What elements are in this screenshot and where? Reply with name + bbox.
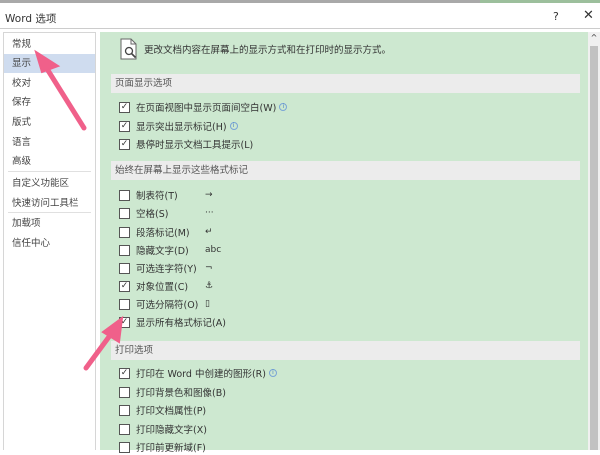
info-icon[interactable]: i [279,103,288,111]
option-label[interactable]: 对象位置(C) [136,279,188,293]
option-label[interactable]: 显示所有格式标记(A) [136,315,226,329]
document-magnifier-icon [120,38,137,60]
close-button[interactable]: ✕ [583,8,594,23]
option-label[interactable]: 空格(S) [136,206,168,220]
option-label[interactable]: 打印背景色和图像(B) [136,385,226,399]
option-row[interactable]: 在页面视图中显示页面间空白(W)i [119,99,288,115]
checkbox[interactable] [119,262,130,274]
checkbox[interactable] [119,280,130,292]
option-row[interactable]: 空格(S) ··· [119,205,214,221]
option-label[interactable]: 打印在 Word 中创建的图形(R) [136,366,266,380]
option-label[interactable]: 制表符(T) [136,188,178,202]
sidebar-item[interactable]: 加载项 [4,214,95,233]
checkbox[interactable] [119,226,130,238]
sidebar-item[interactable]: 常规 [4,35,95,54]
format-mark-symbol: ··· [205,208,214,218]
sidebar-item[interactable]: 快速访问工具栏 [4,194,95,213]
checkbox[interactable] [119,404,130,416]
scrollbar-thumb[interactable] [590,46,598,450]
option-label[interactable]: 显示突出显示标记(H) [136,119,227,133]
option-row[interactable]: 打印隐藏文字(X) [119,421,207,437]
option-label[interactable]: 可选分隔符(O) [136,297,198,311]
format-mark-symbol: → [205,190,213,200]
option-row[interactable]: 可选连字符(Y) ¬ [119,260,213,276]
options-panel: 更改文档内容在屏幕上的显示方式和在打印时的显示方式。 页面显示选项在页面视图中显… [100,32,588,454]
section-header: 打印选项 [111,341,580,360]
option-label[interactable]: 隐藏文字(D) [136,243,189,257]
scroll-up-icon[interactable]: ^ [588,32,600,44]
title-bar: Word 选项 ? ✕ [0,3,600,29]
option-row[interactable]: 显示所有格式标记(A) [119,314,226,330]
checkbox[interactable] [119,101,130,113]
checkbox[interactable] [119,386,130,398]
sidebar-item[interactable]: 版式 [4,113,95,132]
option-row[interactable]: 显示突出显示标记(H)i [119,118,238,134]
sidebar-item[interactable]: 校对 [4,74,95,93]
sidebar-item[interactable]: 高级 [4,152,95,171]
info-icon[interactable]: i [268,369,277,377]
option-row[interactable]: 悬停时显示文档工具提示(L) [119,136,253,152]
checkbox[interactable] [119,316,130,328]
option-row[interactable]: 对象位置(C) ⚓ [119,278,213,294]
option-row[interactable]: 打印前更新域(F) [119,439,206,455]
sidebar-item[interactable]: 显示 [4,54,95,73]
checkbox[interactable] [119,423,130,435]
option-label[interactable]: 打印隐藏文字(X) [136,422,207,436]
sidebar-item[interactable]: 信任中心 [4,234,95,253]
option-row[interactable]: 可选分隔符(O) ▯ [119,296,210,312]
section-header: 始终在屏幕上显示这些格式标记 [111,161,580,180]
sidebar-item[interactable]: 自定义功能区 [4,174,95,193]
checkbox[interactable] [119,120,130,132]
format-mark-symbol: ↵ [205,227,213,237]
option-label[interactable]: 段落标记(M) [136,225,190,239]
format-mark-symbol: ⚓ [205,281,214,291]
checkbox[interactable] [119,367,130,379]
info-icon[interactable]: i [229,122,238,130]
option-label[interactable]: 打印前更新域(F) [136,440,206,454]
sidebar-divider [8,171,91,172]
sidebar-item[interactable]: 语言 [4,133,95,152]
sidebar: 常规 显示 校对 保存 版式 语言 高级自定义功能区 快速访问工具栏 加载项 信任中心 [3,32,96,450]
checkbox[interactable] [119,441,130,453]
format-mark-symbol: abc [205,245,222,255]
option-label[interactable]: 悬停时显示文档工具提示(L) [136,137,253,151]
vertical-scrollbar[interactable]: ^ [588,32,600,450]
sidebar-divider [8,212,91,213]
option-label[interactable]: 可选连字符(Y) [136,261,197,275]
checkbox[interactable] [119,244,130,256]
checkbox[interactable] [119,298,130,310]
window-title: Word 选项 [5,13,57,25]
sidebar-item[interactable]: 保存 [4,93,95,112]
checkbox[interactable] [119,189,130,201]
option-row[interactable]: 打印背景色和图像(B) [119,384,226,400]
help-button[interactable]: ? [553,10,559,23]
format-mark-symbol: ▯ [205,299,210,309]
section-header: 页面显示选项 [111,74,580,93]
option-row[interactable]: 打印在 Word 中创建的图形(R)i [119,365,277,381]
intro-text: 更改文档内容在屏幕上的显示方式和在打印时的显示方式。 [144,45,392,56]
checkbox[interactable] [119,207,130,219]
option-row[interactable]: 隐藏文字(D) abc [119,242,221,258]
option-label[interactable]: 打印文档属性(P) [136,403,206,417]
option-label[interactable]: 在页面视图中显示页面间空白(W) [136,100,276,114]
option-row[interactable]: 制表符(T) → [119,187,213,203]
format-mark-symbol: ¬ [205,263,213,273]
option-row[interactable]: 打印文档属性(P) [119,402,206,418]
checkbox[interactable] [119,138,130,150]
option-row[interactable]: 段落标记(M) ↵ [119,224,213,240]
